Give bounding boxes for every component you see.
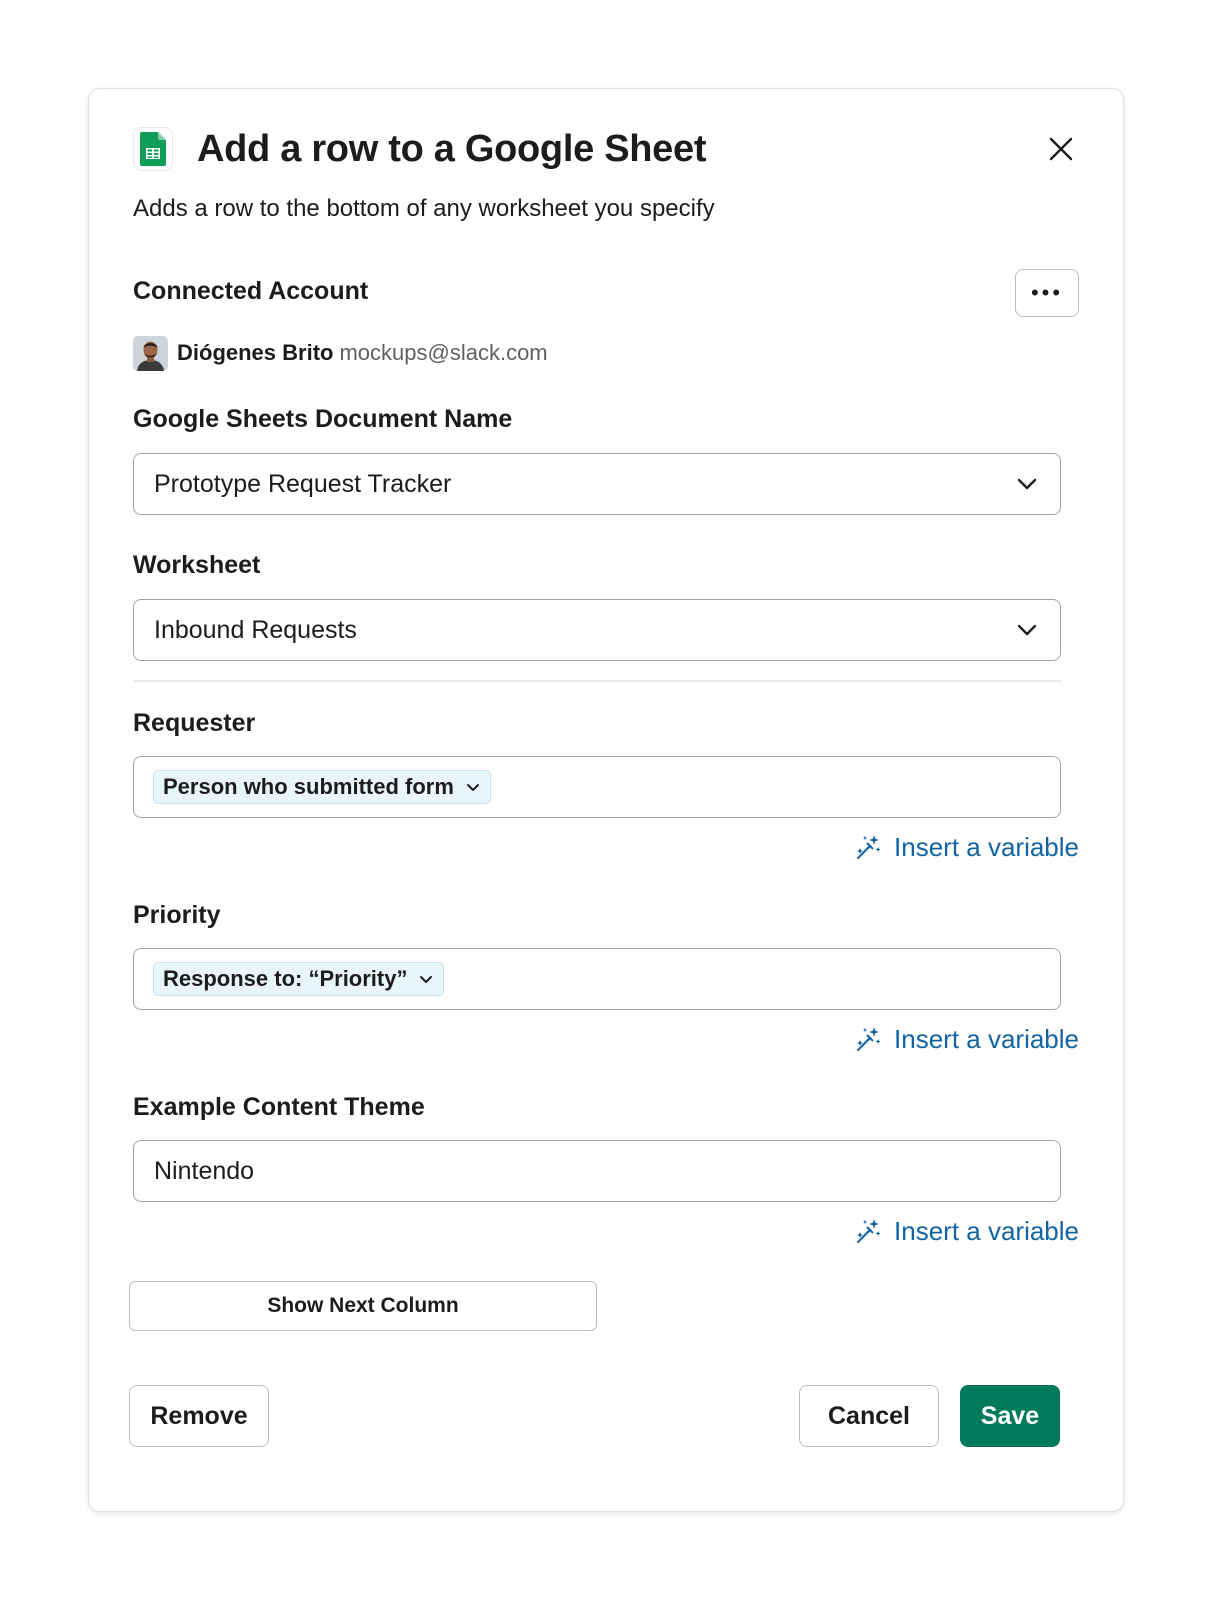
insert-variable-label: Insert a variable <box>894 1215 1079 1246</box>
connected-account-label: Connected Account <box>133 277 369 305</box>
magic-wand-icon <box>857 835 881 859</box>
insert-variable-link[interactable]: Insert a variable <box>854 1213 1079 1249</box>
modal-header: Add a row to a Google Sheet <box>133 125 1083 173</box>
chevron-down-icon <box>466 784 479 791</box>
chevron-down-icon <box>420 976 433 983</box>
insert-variable-label: Insert a variable <box>894 1023 1079 1054</box>
show-next-column-button[interactable]: Show Next Column <box>129 1281 597 1331</box>
close-icon <box>1049 137 1073 161</box>
worksheet-label: Worksheet <box>133 551 261 579</box>
chevron-down-icon <box>1017 478 1037 490</box>
account-name: Diógenes Brito <box>177 340 334 365</box>
variable-token-label: Response to: “Priority” <box>163 966 408 991</box>
content-theme-value: Nintendo <box>154 1156 255 1185</box>
ellipsis-icon: ••• <box>1030 280 1064 305</box>
modal-title: Add a row to a Google Sheet <box>197 127 707 170</box>
document-name-value: Prototype Request Tracker <box>154 469 452 498</box>
document-name-select[interactable]: Prototype Request Tracker <box>133 453 1061 515</box>
insert-variable-label: Insert a variable <box>894 831 1079 862</box>
modal-subtitle: Adds a row to the bottom of any workshee… <box>133 195 715 222</box>
magic-wand-icon <box>857 1027 881 1051</box>
avatar <box>133 335 168 371</box>
variable-token[interactable]: Response to: “Priority” <box>153 962 445 996</box>
variable-token-label: Person who submitted form <box>163 774 454 799</box>
content-theme-label: Example Content Theme <box>133 1093 425 1121</box>
chevron-down-icon <box>1017 624 1037 636</box>
content-theme-input[interactable]: Nintendo <box>133 1140 1061 1202</box>
google-sheets-icon <box>133 127 173 171</box>
priority-input[interactable]: Response to: “Priority” <box>133 948 1061 1010</box>
insert-variable-link[interactable]: Insert a variable <box>854 829 1079 865</box>
document-name-label: Google Sheets Document Name <box>133 405 513 433</box>
insert-variable-link[interactable]: Insert a variable <box>854 1021 1079 1057</box>
save-button[interactable]: Save <box>960 1385 1060 1447</box>
requester-label: Requester <box>133 709 256 737</box>
worksheet-value: Inbound Requests <box>154 615 357 644</box>
worksheet-select[interactable]: Inbound Requests <box>133 599 1061 661</box>
close-button[interactable] <box>1043 131 1079 167</box>
workflow-step-modal: Add a row to a Google Sheet Adds a row t… <box>88 88 1124 1512</box>
magic-wand-icon <box>857 1219 881 1243</box>
section-divider <box>133 680 1061 682</box>
remove-button[interactable]: Remove <box>129 1385 269 1447</box>
more-options-button[interactable]: ••• <box>1015 269 1079 317</box>
variable-token[interactable]: Person who submitted form <box>153 770 491 804</box>
priority-label: Priority <box>133 901 221 929</box>
connected-account: Diógenes Brito mockups@slack.com <box>133 335 548 371</box>
requester-input[interactable]: Person who submitted form <box>133 756 1061 818</box>
cancel-button[interactable]: Cancel <box>799 1385 939 1447</box>
account-email: mockups@slack.com <box>339 340 548 365</box>
